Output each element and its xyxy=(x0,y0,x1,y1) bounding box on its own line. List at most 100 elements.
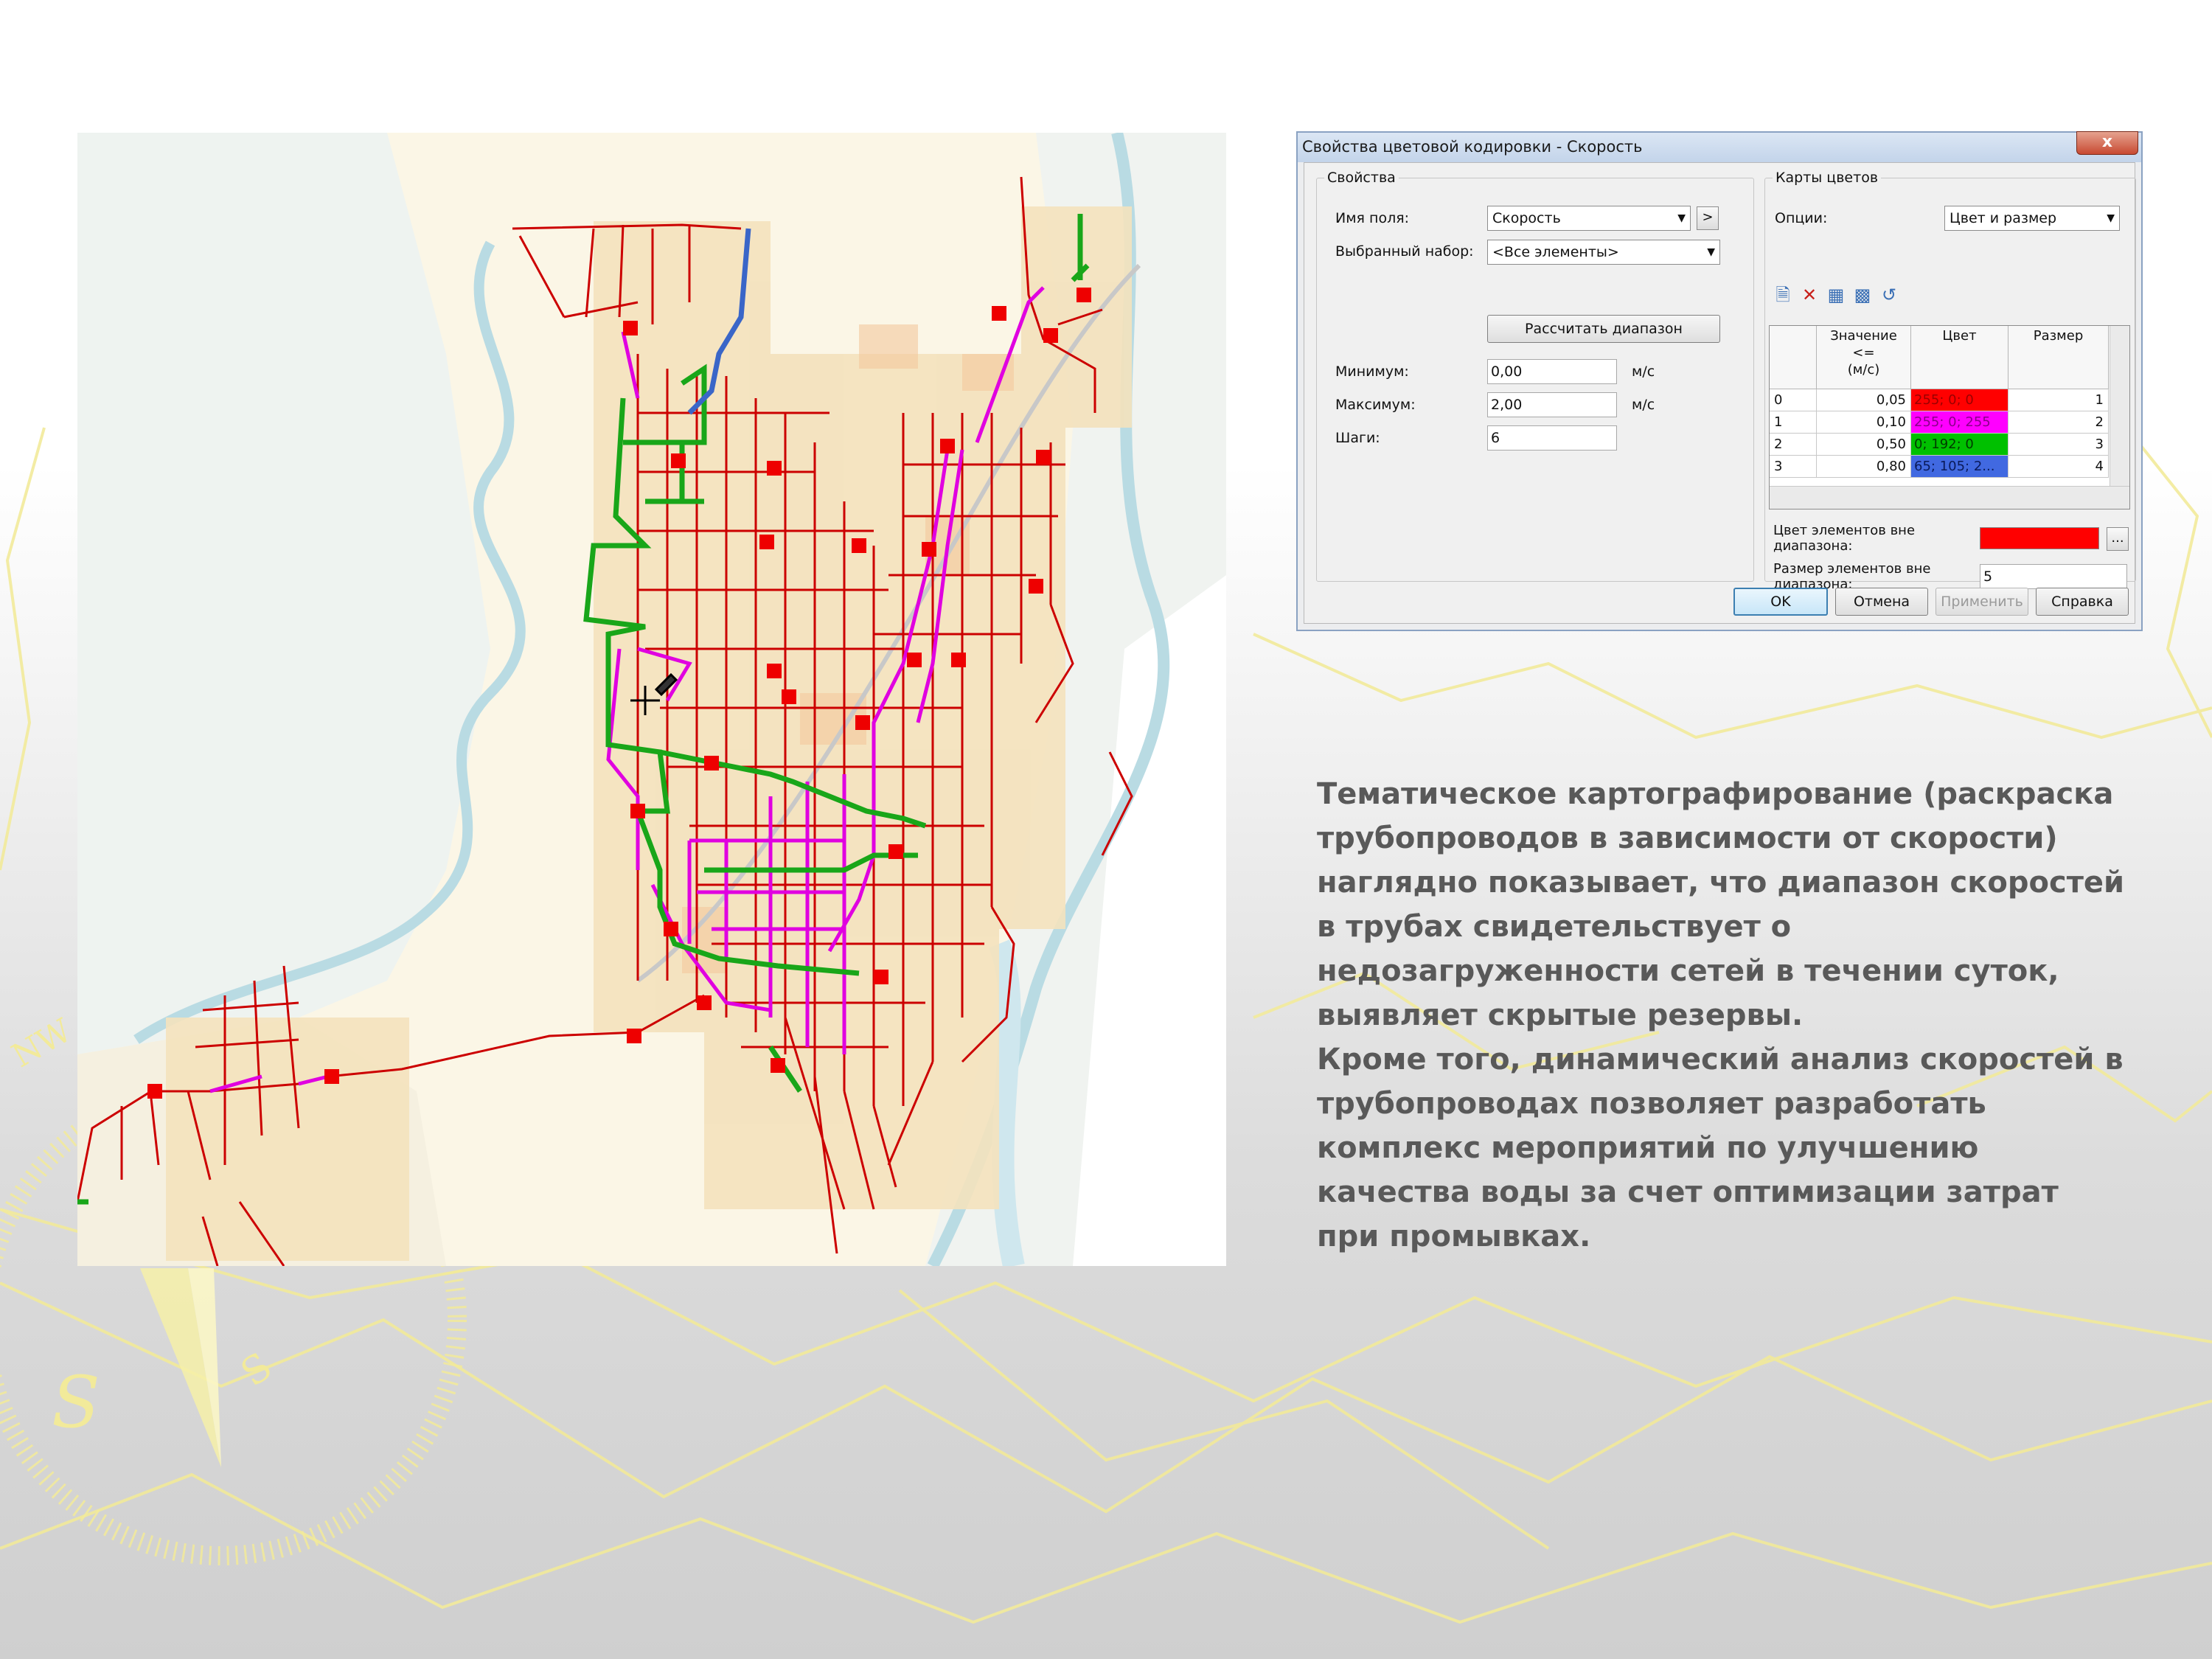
options-combo[interactable]: Цвет и размер ▼ xyxy=(1944,206,2120,231)
description-text: Тематическое картографирование (раскраск… xyxy=(1317,772,2128,1259)
row-size: 4 xyxy=(2008,456,2109,477)
field-name-label: Имя поля: xyxy=(1335,210,1410,226)
table-header-size: Размер xyxy=(2008,326,2109,389)
node-marker xyxy=(767,461,782,476)
minimum-input[interactable]: 0,00 xyxy=(1487,359,1617,384)
row-value: 0,10 xyxy=(1817,411,1911,433)
node-marker xyxy=(1029,579,1043,594)
out-of-range-color-swatch[interactable] xyxy=(1980,527,2099,549)
deco-line xyxy=(1253,633,2212,740)
node-marker xyxy=(671,453,686,468)
row-color: 0; 192; 0 xyxy=(1911,434,2008,455)
row-index: 1 xyxy=(1770,411,1817,433)
node-marker xyxy=(951,653,966,667)
help-button[interactable]: Справка xyxy=(2036,588,2129,616)
options-label: Опции: xyxy=(1775,210,1828,226)
cancel-button[interactable]: Отмена xyxy=(1835,588,1928,616)
out-of-range-color-button[interactable]: ... xyxy=(2107,527,2129,551)
description-paragraph-2: Кроме того, динамический анализ скоросте… xyxy=(1317,1043,2124,1253)
network-map[interactable] xyxy=(77,133,1226,1266)
row-color: 255; 0; 0 xyxy=(1911,389,2008,411)
selection-combo[interactable]: <Все элементы> ▼ xyxy=(1487,240,1720,265)
close-button[interactable]: x xyxy=(2076,131,2138,155)
calculate-range-button[interactable]: Рассчитать диапазон xyxy=(1487,315,1720,343)
color-map-table[interactable]: Значение <= (м/с) Цвет Размер 0 0,05 255… xyxy=(1769,325,2130,509)
row-value: 0,50 xyxy=(1817,434,1911,455)
field-name-more-button[interactable]: > xyxy=(1697,206,1719,230)
row-index: 3 xyxy=(1770,456,1817,477)
node-marker xyxy=(852,538,866,553)
table-header-color: Цвет xyxy=(1911,326,2008,389)
grid-icon[interactable]: ▩ xyxy=(1851,284,1874,306)
node-marker xyxy=(907,653,922,667)
deco-line xyxy=(0,1472,2212,1624)
map-canvas xyxy=(77,133,1226,1266)
options-value: Цвет и размер xyxy=(1950,210,2057,226)
maximum-input[interactable]: 2,00 xyxy=(1487,392,1617,417)
table-header-value: Значение <= (м/с) xyxy=(1817,326,1911,389)
svg-text:NW: NW xyxy=(6,1012,79,1075)
minimum-label: Минимум: xyxy=(1335,364,1409,380)
row-size: 3 xyxy=(2008,434,2109,455)
steps-label: Шаги: xyxy=(1335,430,1380,446)
node-marker xyxy=(992,306,1006,321)
delete-icon[interactable]: ✕ xyxy=(1798,284,1820,306)
table-row[interactable]: 2 0,50 0; 192; 0 3 xyxy=(1770,434,2109,456)
apply-button[interactable]: Применить xyxy=(1935,588,2028,616)
steps-input[interactable]: 6 xyxy=(1487,425,1617,451)
compass-letter-s: S xyxy=(52,1361,100,1444)
deco-line xyxy=(0,1281,2212,1514)
field-name-combo[interactable]: Скорость ▼ xyxy=(1487,206,1691,231)
row-size: 2 xyxy=(2008,411,2109,433)
node-marker xyxy=(1036,450,1051,465)
properties-group-label: Свойства xyxy=(1324,170,1399,186)
node-marker xyxy=(627,1029,641,1043)
table-row[interactable]: 0 0,05 255; 0; 0 1 xyxy=(1770,389,2109,411)
color-coding-dialog: Свойства цветовой кодировки - Скорость x… xyxy=(1296,131,2143,631)
selection-value: <Все элементы> xyxy=(1492,244,1619,260)
dialog-title: Свойства цветовой кодировки - Скорость xyxy=(1302,138,1643,156)
table-row[interactable]: 3 0,80 65; 105; 2... 4 xyxy=(1770,456,2109,478)
svg-text:S: S xyxy=(233,1344,280,1396)
node-marker xyxy=(697,995,712,1010)
chevron-down-icon: ▼ xyxy=(1707,246,1715,258)
color-maps-group-label: Карты цветов xyxy=(1773,170,1882,186)
row-color: 255; 0; 255 xyxy=(1911,411,2008,433)
table-row[interactable]: 1 0,10 255; 0; 255 2 xyxy=(1770,411,2109,434)
node-marker xyxy=(324,1069,339,1084)
row-color: 65; 105; 2... xyxy=(1911,456,2008,477)
node-marker xyxy=(664,922,678,936)
row-value: 0,05 xyxy=(1817,389,1911,411)
table-icon[interactable]: ▦ xyxy=(1825,284,1847,306)
table-vertical-scrollbar[interactable] xyxy=(2110,326,2129,487)
dialog-titlebar: Свойства цветовой кодировки - Скорость x xyxy=(1298,131,2141,162)
node-marker xyxy=(767,664,782,678)
field-name-value: Скорость xyxy=(1492,210,1561,226)
deco-line xyxy=(2137,441,2212,738)
dialog-body: Свойства Имя поля: Скорость ▼ > Выбранны… xyxy=(1304,162,2136,624)
selection-label: Выбранный набор: xyxy=(1335,243,1474,260)
deco-line xyxy=(0,427,46,871)
maximum-unit: м/с xyxy=(1632,397,1655,413)
node-marker xyxy=(874,970,888,984)
node-marker xyxy=(888,844,903,859)
out-of-range-color-label: Цвет элементов вне диапазона: xyxy=(1773,523,1916,554)
table-horizontal-scrollbar[interactable] xyxy=(1770,486,2129,509)
ok-button[interactable]: OK xyxy=(1733,588,1828,616)
row-value: 0,80 xyxy=(1817,456,1911,477)
chevron-down-icon: ▼ xyxy=(2107,212,2115,224)
node-marker xyxy=(759,535,774,549)
row-index: 0 xyxy=(1770,389,1817,411)
out-of-range-size-input[interactable]: 5 xyxy=(1980,564,2127,589)
refresh-icon[interactable]: ↺ xyxy=(1878,284,1900,306)
minimum-unit: м/с xyxy=(1632,364,1655,380)
node-marker xyxy=(940,439,955,453)
new-icon[interactable]: 🗎 xyxy=(1772,284,1794,306)
deco-line xyxy=(898,1289,1550,1550)
node-marker xyxy=(147,1084,162,1099)
description-paragraph-1: Тематическое картографирование (раскраск… xyxy=(1317,777,2125,1032)
node-marker xyxy=(1077,288,1091,302)
node-marker xyxy=(782,689,796,704)
node-marker xyxy=(771,1058,785,1073)
table-header-index xyxy=(1770,326,1817,389)
